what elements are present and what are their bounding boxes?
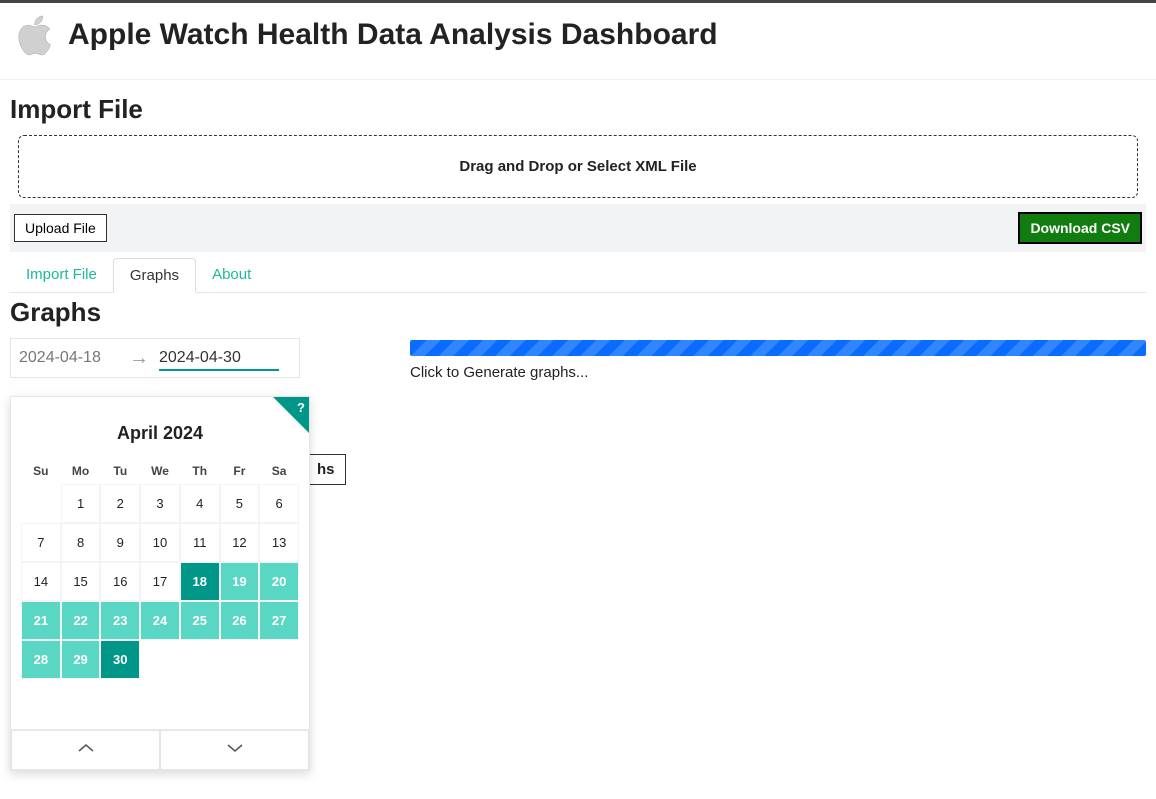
tab-graphs[interactable]: Graphs — [113, 258, 196, 293]
calendar-day[interactable]: 13 — [259, 523, 299, 562]
progress-bar — [410, 340, 1146, 356]
calendar-day[interactable]: 30 — [100, 640, 140, 679]
calendar-day[interactable]: 6 — [259, 484, 299, 523]
calendar-day[interactable]: 24 — [140, 601, 180, 640]
calendar-day[interactable]: 22 — [61, 601, 101, 640]
calendar-grid: SuMoTuWeThFrSa12345678910111213141516171… — [21, 458, 299, 679]
calendar-day[interactable]: 14 — [21, 562, 61, 601]
calendar-day[interactable]: 17 — [140, 562, 180, 601]
graphs-output: Click to Generate graphs... — [410, 340, 1146, 381]
calendar-month-title: April 2024 — [11, 397, 309, 458]
calendar-day[interactable]: 19 — [220, 562, 260, 601]
calendar-weekday: Sa — [259, 458, 299, 484]
end-date-input[interactable] — [159, 345, 279, 371]
calendar-day[interactable]: 7 — [21, 523, 61, 562]
calendar-weekday: Mo — [61, 458, 101, 484]
calendar-day[interactable]: 11 — [180, 523, 220, 562]
calendar-day[interactable]: 2 — [100, 484, 140, 523]
calendar-day[interactable]: 27 — [259, 601, 299, 640]
page-title: Apple Watch Health Data Analysis Dashboa… — [68, 18, 718, 52]
calendar-day[interactable]: 5 — [220, 484, 260, 523]
import-section: Import File Drag and Drop or Select XML … — [10, 94, 1146, 252]
calendar-day[interactable]: 4 — [180, 484, 220, 523]
calendar-day[interactable]: 28 — [21, 640, 61, 679]
tab-about[interactable]: About — [196, 258, 267, 292]
calendar-day[interactable]: 26 — [220, 601, 260, 640]
calendar-day[interactable]: 1 — [61, 484, 101, 523]
calendar-day[interactable]: 25 — [180, 601, 220, 640]
calendar-weekday: We — [140, 458, 180, 484]
calendar-weekday: Tu — [100, 458, 140, 484]
upload-file-button[interactable]: Upload File — [14, 214, 107, 242]
calendar-day[interactable]: 16 — [100, 562, 140, 601]
calendar-day[interactable]: 20 — [259, 562, 299, 601]
date-range-picker: → hs ? April 2024 SuMoTuWeThFrSa12345678… — [10, 338, 350, 378]
calendar-day[interactable]: 10 — [140, 523, 180, 562]
arrow-right-icon: → — [129, 347, 149, 370]
calendar-popover: ? April 2024 SuMoTuWeThFrSa1234567891011… — [10, 396, 310, 771]
calendar-day[interactable]: 29 — [61, 640, 101, 679]
generate-hint-text: Click to Generate graphs... — [410, 364, 1146, 381]
app-header: Apple Watch Health Data Analysis Dashboa… — [0, 3, 1156, 80]
calendar-next-button[interactable] — [160, 730, 309, 770]
generate-graphs-button[interactable]: hs — [306, 454, 346, 485]
calendar-day[interactable]: 15 — [61, 562, 101, 601]
calendar-weekday: Su — [21, 458, 61, 484]
calendar-day[interactable]: 21 — [21, 601, 61, 640]
calendar-prev-button[interactable] — [11, 730, 160, 770]
calendar-weekday: Th — [180, 458, 220, 484]
calendar-weekday: Fr — [220, 458, 260, 484]
tab-import-file[interactable]: Import File — [10, 258, 113, 292]
start-date-input[interactable] — [19, 345, 119, 371]
graphs-section-title: Graphs — [10, 297, 1146, 328]
calendar-day[interactable]: 23 — [100, 601, 140, 640]
calendar-day[interactable]: 8 — [61, 523, 101, 562]
calendar-day[interactable]: 3 — [140, 484, 180, 523]
apple-logo-icon — [14, 11, 62, 59]
calendar-nav — [11, 729, 309, 770]
date-inputs: → — [10, 338, 300, 378]
import-section-title: Import File — [10, 94, 1146, 125]
download-csv-button[interactable]: Download CSV — [1018, 212, 1142, 244]
tabs: Import File Graphs About — [10, 258, 1146, 293]
action-bar: Upload File Download CSV — [10, 204, 1146, 252]
calendar-day[interactable]: 9 — [100, 523, 140, 562]
calendar-day[interactable]: 12 — [220, 523, 260, 562]
calendar-day[interactable]: 18 — [180, 562, 220, 601]
file-dropzone[interactable]: Drag and Drop or Select XML File — [18, 135, 1138, 198]
calendar-help-corner[interactable]: ? — [273, 397, 309, 433]
